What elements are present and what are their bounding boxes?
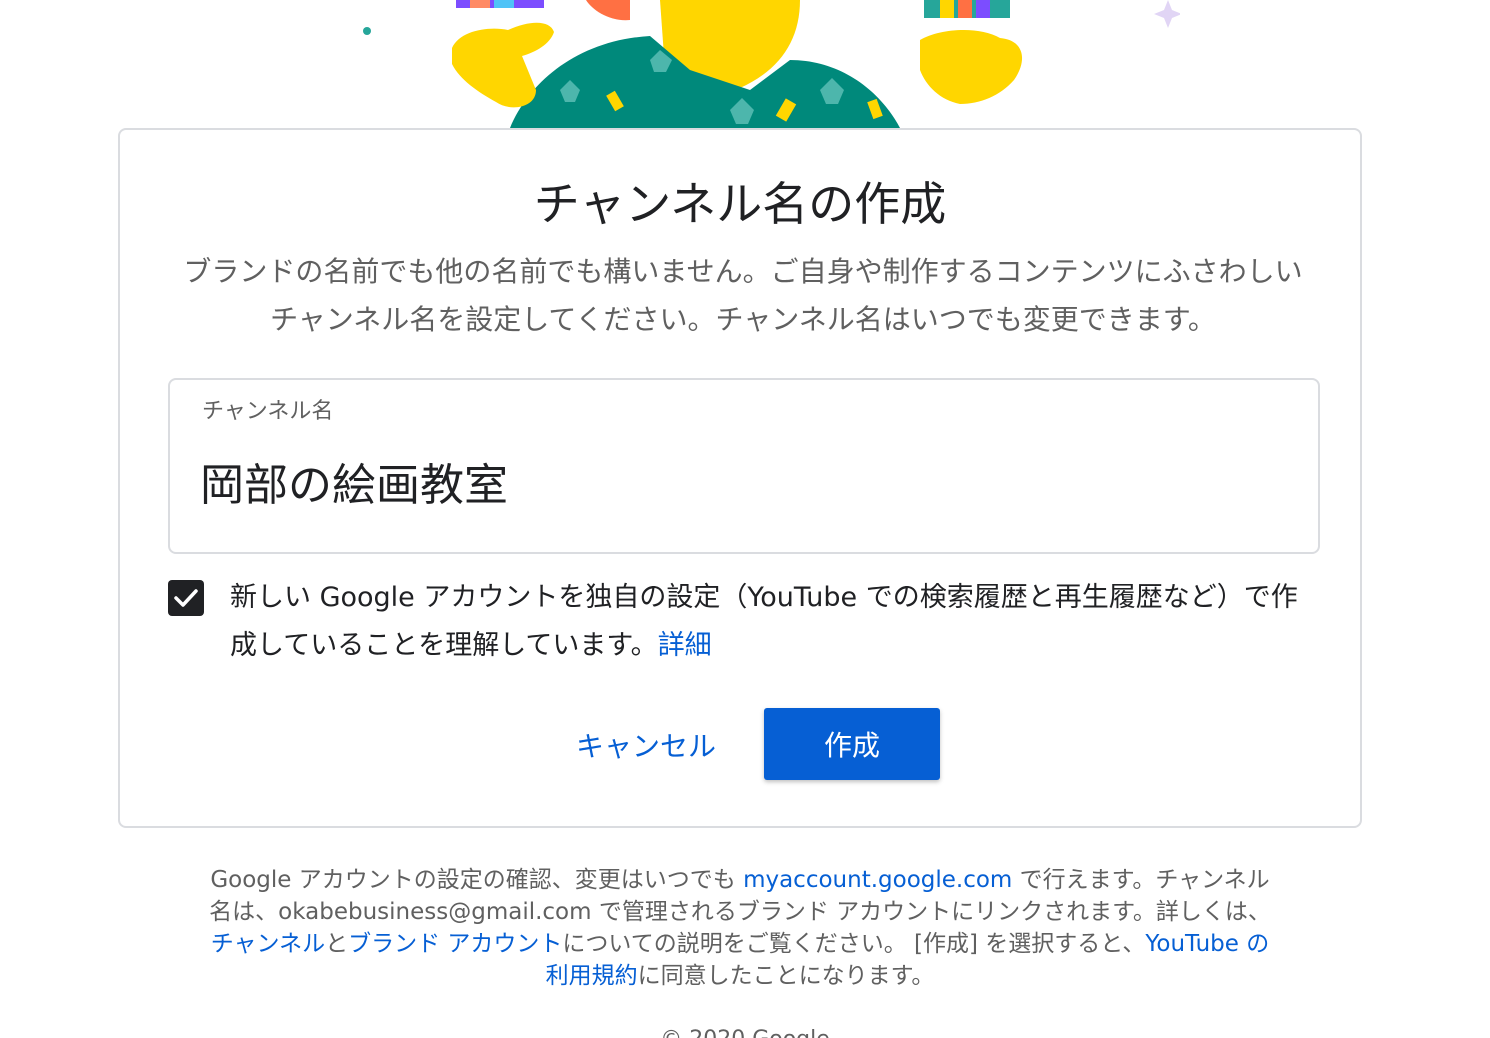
consent-text: 新しい Google アカウントを独自の設定（YouTube での検索履歴と再生…	[230, 574, 1310, 670]
consent-label: 新しい Google アカウントを独自の設定（YouTube での検索履歴と再生…	[230, 582, 1298, 661]
create-channel-dialog: チャンネル名の作成 ブランドの名前でも他の名前でも構いません。ご自身や制作するコ…	[118, 128, 1362, 828]
checkmark-icon	[174, 589, 198, 607]
footer-text-part4: についての説明をご覧ください。 [作成] を選択すると、	[562, 931, 1146, 957]
dialog-title: チャンネル名の作成	[533, 177, 947, 231]
myaccount-link[interactable]: myaccount.google.com	[743, 867, 1012, 893]
celebrating-person-illustration	[363, 0, 1180, 128]
learn-more-link[interactable]: 詳細	[658, 630, 712, 661]
brand-account-link[interactable]: ブランド アカウント	[348, 931, 562, 957]
channel-name-field[interactable]: チャンネル名	[168, 378, 1320, 554]
create-button[interactable]: 作成	[764, 708, 940, 780]
footer-text-part5: に同意したことになります。	[637, 963, 935, 989]
page: チャンネル名の作成 ブランドの名前でも他の名前でも構いません。ご自身や制作するコ…	[0, 0, 1490, 1038]
cancel-button[interactable]: キャンセル	[560, 710, 732, 780]
consent-checkbox[interactable]	[168, 580, 204, 616]
footer-legal-text: Google アカウントの設定の確認、変更はいつでも myaccount.goo…	[200, 864, 1280, 992]
dialog-description: ブランドの名前でも他の名前でも構いません。ご自身や制作するコンテンツにふさわしい…	[183, 255, 1303, 336]
channel-name-input[interactable]	[200, 444, 1280, 518]
copyright: © 2020 Google	[0, 1026, 1490, 1038]
footer-text-part3: と	[325, 931, 349, 957]
footer-text-part1: Google アカウントの設定の確認、変更はいつでも	[210, 867, 744, 893]
channel-info-link[interactable]: チャンネル	[211, 931, 325, 957]
channel-name-label: チャンネル名	[202, 399, 334, 424]
